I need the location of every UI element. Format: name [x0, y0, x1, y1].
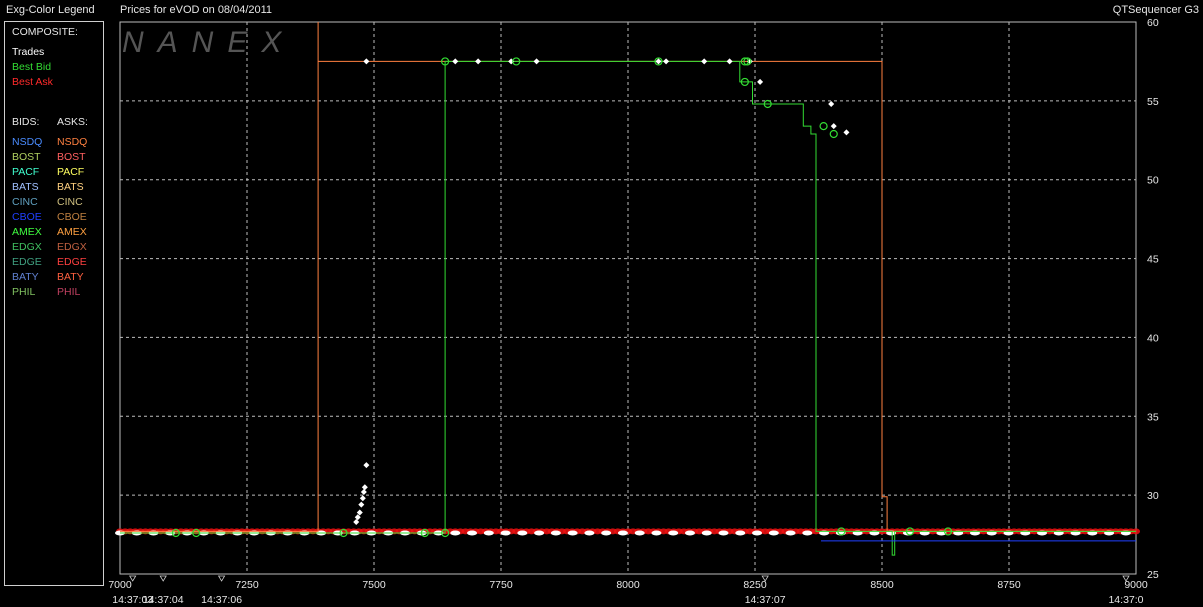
trade-marker [467, 530, 478, 536]
x-tick-label: 8500 [870, 579, 894, 591]
trade-marker [567, 530, 578, 536]
x-tick-label: 8000 [616, 579, 640, 591]
trade-marker [584, 530, 595, 536]
trade-marker [500, 530, 511, 536]
trade-marker [768, 530, 779, 536]
trade-marker [752, 530, 763, 536]
x-tick-label: 8250 [743, 579, 767, 591]
y-tick-label: 55 [1147, 96, 1159, 108]
trade-marker [517, 530, 528, 536]
trade-marker [617, 530, 628, 536]
trade-marker [684, 530, 695, 536]
y-tick-label: 60 [1147, 17, 1159, 29]
trade-marker [718, 530, 729, 536]
y-tick-label: 35 [1147, 411, 1159, 423]
y-tick-label: 40 [1147, 332, 1159, 344]
trade-marker [534, 530, 545, 536]
trade-marker [651, 530, 662, 536]
trade-marker [802, 530, 813, 536]
y-tick-label: 30 [1147, 490, 1159, 502]
x-tick-label: 7750 [489, 579, 513, 591]
x-tick-label: 7500 [362, 579, 386, 591]
time-label: 14:37:06 [201, 594, 242, 606]
time-marker [159, 575, 167, 582]
trade-marker [735, 530, 746, 536]
x-tick-label: 8750 [997, 579, 1021, 591]
y-tick-label: 50 [1147, 175, 1159, 187]
x-tick-label: 7000 [108, 579, 132, 591]
trade-marker [601, 530, 612, 536]
watermark: NANEX [122, 26, 295, 59]
y-tick-label: 25 [1147, 569, 1159, 581]
trade-marker [701, 530, 712, 536]
trade-marker [785, 530, 796, 536]
time-label: 14:37:07 [745, 594, 786, 606]
trade-marker [483, 530, 494, 536]
time-label: 14:37:0 [1108, 594, 1143, 606]
trade-marker [634, 530, 645, 536]
x-tick-label: 7250 [235, 579, 259, 591]
trade-marker [668, 530, 679, 536]
time-label: 14:37:04 [143, 594, 184, 606]
trade-marker [450, 530, 461, 536]
price-chart: NANEX 7000 7250 7500 7750 8000 8250 8500 8750 90… [108, 17, 1159, 606]
trade-marker [550, 530, 561, 536]
x-tick-label: 9000 [1124, 579, 1148, 591]
y-tick-label: 45 [1147, 254, 1159, 266]
time-marker [217, 575, 226, 582]
